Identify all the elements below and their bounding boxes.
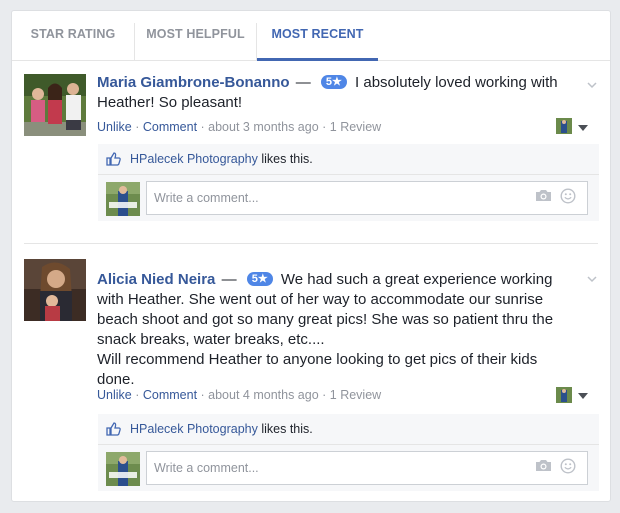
review-meta: Unlike · Comment · about 3 months ago · … [97,120,382,134]
rating-badge: 5★ [320,75,347,89]
reviews-card: STAR RATING MOST HELPFUL MOST RECENT Mar… [11,10,611,502]
tab-star-rating[interactable]: STAR RATING [12,11,134,60]
comment-row: Write a comment... [98,175,599,221]
likes-suffix: likes this. [261,422,313,436]
review-body-line2: Will recommend Heather to anyone looking… [97,351,538,388]
likes-suffix: likes this. [261,152,313,166]
review-meta: Unlike · Comment · about 4 months ago · … [97,388,382,402]
dropdown-arrow-icon[interactable] [578,393,588,399]
review-tabs: STAR RATING MOST HELPFUL MOST RECENT [12,11,610,61]
unlike-link[interactable]: Unlike [97,120,132,134]
liker-page-link[interactable]: HPalecek Photography [130,422,258,436]
comment-link[interactable]: Comment [143,388,197,402]
comment-link[interactable]: Comment [143,120,197,134]
tab-most-helpful[interactable]: MOST HELPFUL [135,11,256,60]
reviewer-name[interactable]: Maria Giambrone-Bonanno [97,74,290,91]
comment-row: Write a comment... [98,445,599,491]
reviewer-name[interactable]: Alicia Nied Neira [97,271,215,288]
likes-comment-box: HPalecek Photography likes this. Write a… [98,414,599,491]
review-divider [24,243,598,244]
smiley-icon[interactable] [560,458,576,474]
comment-input[interactable]: Write a comment... [146,181,588,215]
page-avatar-mini[interactable] [556,118,572,134]
name-dash: — [221,271,237,288]
chevron-down-icon[interactable] [586,273,598,285]
review-text: Maria Giambrone-Bonanno — 5★ I absolutel… [97,73,577,113]
commenter-avatar[interactable] [106,452,140,486]
comment-input[interactable]: Write a comment... [146,451,588,485]
thumbs-up-icon [106,422,121,436]
thumbs-up-icon [106,152,121,166]
camera-icon[interactable] [535,458,552,472]
likes-comment-box: HPalecek Photography likes this. Write a… [98,144,599,221]
review-text: Alicia Nied Neira — 5★ We had such a gre… [97,270,577,390]
review-time[interactable]: about 3 months ago [208,120,319,134]
camera-icon[interactable] [535,188,552,202]
chevron-down-icon[interactable] [586,79,598,91]
review-count[interactable]: 1 Review [330,120,381,134]
dropdown-arrow-icon[interactable] [578,125,588,131]
reviewer-avatar[interactable] [24,74,86,136]
likes-row: HPalecek Photography likes this. [98,414,599,445]
smiley-icon[interactable] [560,188,576,204]
commenter-avatar[interactable] [106,182,140,216]
page-avatar-mini[interactable] [556,387,572,403]
name-dash: — [295,74,311,91]
tab-most-recent[interactable]: MOST RECENT [257,11,378,61]
reviewer-avatar[interactable] [24,259,86,321]
likes-row: HPalecek Photography likes this. [98,144,599,175]
review-count[interactable]: 1 Review [330,388,381,402]
rating-badge: 5★ [246,272,273,286]
unlike-link[interactable]: Unlike [97,388,132,402]
review-time[interactable]: about 4 months ago [208,388,319,402]
liker-page-link[interactable]: HPalecek Photography [130,152,258,166]
